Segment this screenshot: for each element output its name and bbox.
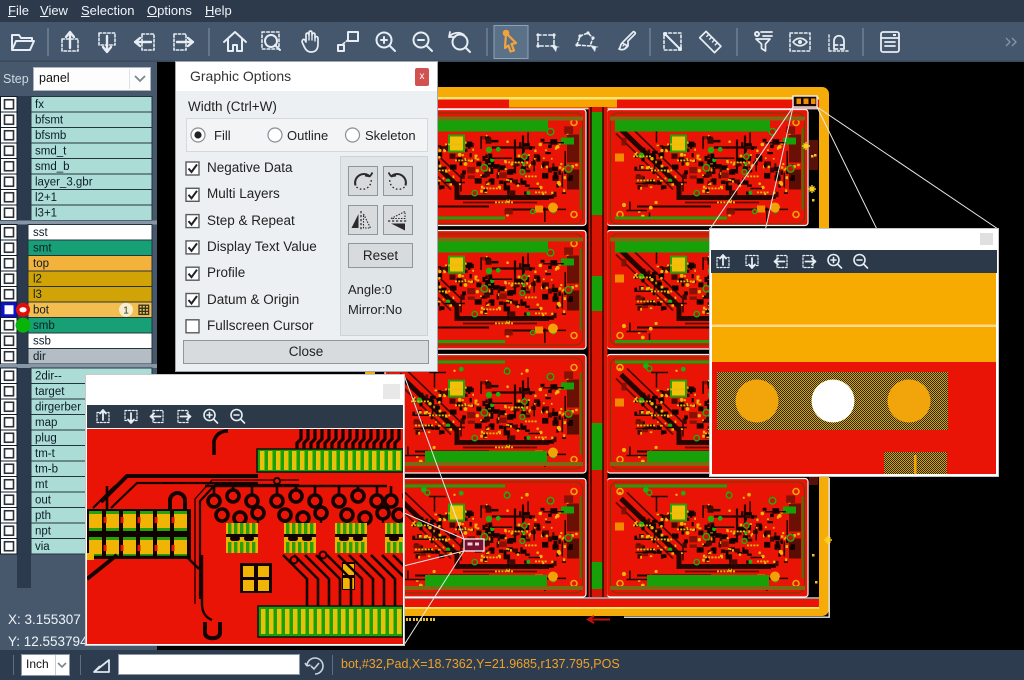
svg-text:pth: pth [35,510,51,522]
svg-text:dir: dir [33,351,46,363]
svg-text:top: top [33,258,49,270]
svg-text:l2: l2 [33,274,42,286]
svg-text:dirgerber: dirgerber [35,402,81,414]
svg-text:ssb: ssb [33,336,51,348]
svg-text:bfsmt: bfsmt [35,115,64,127]
svg-text:2dir--: 2dir-- [35,371,62,383]
svg-text:bot: bot [33,305,50,317]
svg-text:tm-b: tm-b [35,464,58,476]
svg-text:via: via [35,541,50,553]
svg-text:plug: plug [35,433,57,445]
svg-text:layer_3.gbr: layer_3.gbr [35,177,93,189]
svg-text:smd_t: smd_t [35,146,67,158]
svg-text:map: map [35,417,57,429]
svg-text:target: target [35,386,65,398]
svg-text:npt: npt [35,526,52,538]
svg-text:out: out [35,495,52,507]
svg-text:fx: fx [35,99,44,111]
svg-text:mt: mt [35,479,49,491]
svg-text:sst: sst [33,227,49,239]
svg-text:bfsmb: bfsmb [35,130,66,142]
svg-text:l2+1: l2+1 [35,192,57,204]
svg-text:tm-t: tm-t [35,448,56,460]
svg-text:smb: smb [33,320,55,332]
svg-text:l3+1: l3+1 [35,208,57,220]
svg-text:smt: smt [33,243,52,255]
svg-text:smd_b: smd_b [35,161,70,173]
svg-text:l3: l3 [33,289,42,301]
svg-text:1: 1 [123,306,129,317]
